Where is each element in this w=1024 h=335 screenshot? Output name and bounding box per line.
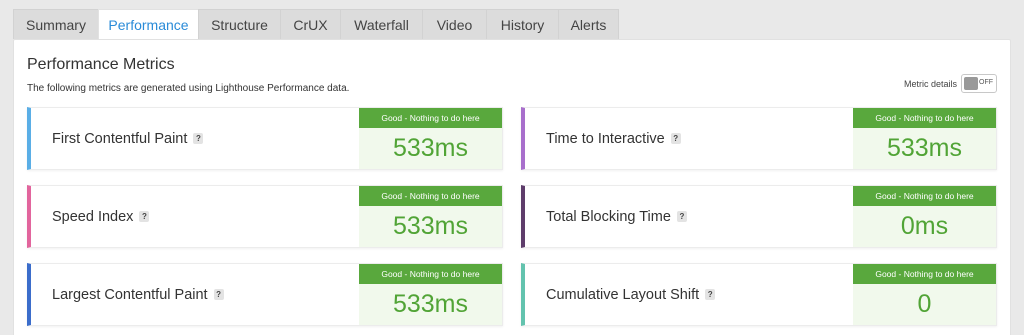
status-badge: Good - Nothing to do here [359,108,502,128]
metric-card-speed-index: Speed Index ? Good - Nothing to do here … [27,185,503,248]
metric-score: Good - Nothing to do here 533ms [853,108,996,169]
tab-waterfall[interactable]: Waterfall [340,9,423,39]
metric-card-tbt: Total Blocking Time ? Good - Nothing to … [521,185,997,248]
metric-name-text: Total Blocking Time [546,208,671,225]
tab-video[interactable]: Video [422,9,487,39]
metric-name-text: Largest Contentful Paint [52,286,208,303]
metric-name-text: Cumulative Layout Shift [546,286,700,303]
help-icon[interactable]: ? [676,211,687,222]
metric-name: Speed Index ? [52,186,150,247]
tab-structure[interactable]: Structure [198,9,281,39]
metric-details-toggle[interactable]: OFF [961,74,997,93]
help-icon[interactable]: ? [213,289,224,300]
toggle-knob [964,77,978,90]
metric-value: 0 [917,290,932,318]
status-badge: Good - Nothing to do here [853,264,996,284]
metric-value: 0ms [900,212,949,240]
metric-score: Good - Nothing to do here 0 [853,264,996,325]
metric-card-fcp: First Contentful Paint ? Good - Nothing … [27,107,503,170]
metric-card-lcp: Largest Contentful Paint ? Good - Nothin… [27,263,503,326]
metric-value: 533ms [886,134,963,162]
help-icon[interactable]: ? [670,133,681,144]
status-badge: Good - Nothing to do here [853,186,996,206]
metric-card-tti: Time to Interactive ? Good - Nothing to … [521,107,997,170]
metric-details-control: Metric details OFF [904,74,997,93]
metric-name-text: First Contentful Paint [52,130,188,147]
help-icon[interactable]: ? [705,289,716,300]
status-badge: Good - Nothing to do here [853,108,996,128]
metric-name: Time to Interactive ? [546,108,681,169]
panel-description: The following metrics are generated usin… [27,83,350,94]
toggle-state-text: OFF [979,79,993,86]
panel-title: Performance Metrics [27,56,175,73]
metric-details-label: Metric details [903,78,957,89]
metric-score: Good - Nothing to do here 533ms [359,108,502,169]
status-badge: Good - Nothing to do here [359,186,502,206]
metric-card-cls: Cumulative Layout Shift ? Good - Nothing… [521,263,997,326]
metric-name-text: Time to Interactive [546,130,665,147]
tab-bar: Summary Performance Structure CrUX Water… [13,9,619,39]
help-icon[interactable]: ? [139,211,150,222]
metric-score: Good - Nothing to do here 533ms [359,186,502,247]
metric-score: Good - Nothing to do here 533ms [359,264,502,325]
performance-panel: Performance Metrics The following metric… [13,39,1011,335]
metric-name: Total Blocking Time ? [546,186,687,247]
metric-value: 533ms [392,134,469,162]
tab-crux[interactable]: CrUX [280,9,341,39]
status-badge: Good - Nothing to do here [359,264,502,284]
tab-history[interactable]: History [486,9,559,39]
tab-summary[interactable]: Summary [13,9,99,39]
help-icon[interactable]: ? [193,133,204,144]
metric-name-text: Speed Index [52,208,134,225]
metric-name: Largest Contentful Paint ? [52,264,224,325]
metric-value: 533ms [392,212,469,240]
metric-name: Cumulative Layout Shift ? [546,264,716,325]
metric-value: 533ms [392,290,469,318]
metric-score: Good - Nothing to do here 0ms [853,186,996,247]
tab-alerts[interactable]: Alerts [558,9,619,39]
metric-name: First Contentful Paint ? [52,108,204,169]
tab-performance[interactable]: Performance [98,9,199,39]
